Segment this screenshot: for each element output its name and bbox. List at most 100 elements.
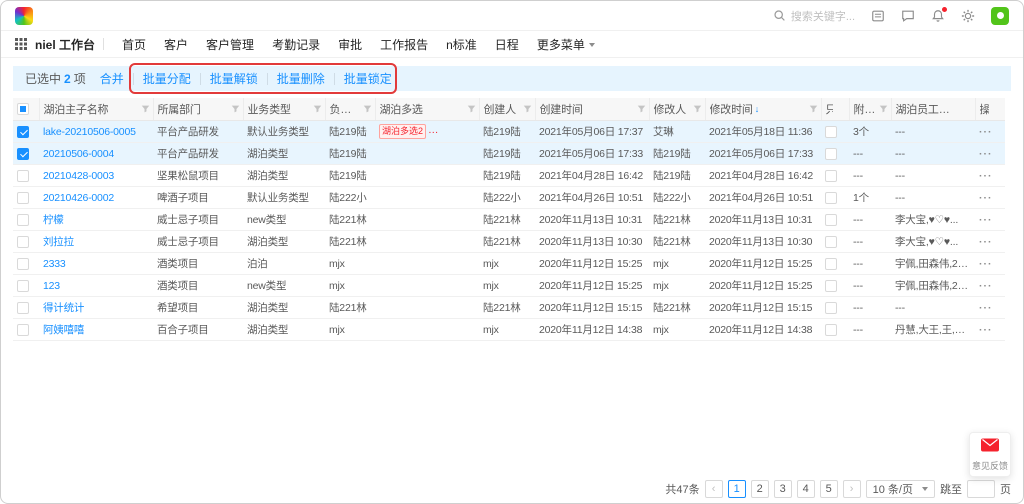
bulk-unlock-button[interactable]: 批量解锁 (210, 70, 258, 87)
cell-dept: 希望项目 (153, 297, 243, 319)
cell-readonly (821, 209, 849, 231)
cell-readonly (821, 297, 849, 319)
record-link[interactable]: 20210426-0002 (43, 192, 114, 204)
row-actions-button[interactable]: ··· (979, 280, 993, 292)
filter-icon[interactable] (809, 105, 818, 114)
row-checkbox[interactable] (17, 192, 29, 204)
record-link[interactable]: 20210506-0004 (43, 148, 114, 160)
row-actions-button[interactable]: ··· (979, 324, 993, 336)
record-link[interactable]: lake-20210506-0005 (43, 126, 136, 138)
nav-item-customers[interactable]: 客户 (164, 36, 188, 53)
feedback-button[interactable]: 意见反馈 (969, 432, 1011, 477)
row-checkbox[interactable] (17, 280, 29, 292)
record-link[interactable]: 柠檬 (43, 214, 64, 226)
filter-icon[interactable] (693, 105, 702, 114)
row-checkbox[interactable] (17, 126, 29, 138)
row-actions-button[interactable]: ··· (979, 192, 993, 204)
nav-item-schedule[interactable]: 日程 (495, 36, 519, 53)
cell-name: 20210428-0003 (39, 165, 153, 187)
row-actions-button[interactable]: ··· (979, 214, 993, 226)
record-link[interactable]: 刘拉拉 (43, 236, 74, 248)
settings-gear-icon[interactable] (961, 9, 975, 23)
row-checkbox[interactable] (17, 214, 29, 226)
nav-item-approval[interactable]: 审批 (338, 36, 362, 53)
cell-readonly (821, 231, 849, 253)
filter-icon[interactable] (141, 105, 150, 114)
merge-button[interactable]: 合并 (100, 70, 124, 87)
readonly-checkbox[interactable] (825, 214, 837, 226)
record-link[interactable]: 阿姨嘻嘻 (43, 324, 84, 336)
cell-owner: 陆219陆 (325, 165, 375, 187)
row-checkbox[interactable] (17, 258, 29, 270)
nav-item-home[interactable]: 首页 (122, 36, 146, 53)
select-all-checkbox[interactable] (17, 103, 29, 115)
cell-modifier: 陆219陆 (649, 143, 705, 165)
row-checkbox[interactable] (17, 148, 29, 160)
bulk-action-toolbar: 已选中2项 合并 批量分配 批量解锁 批量删除 批量锁定 (13, 66, 1011, 91)
filter-icon[interactable] (313, 105, 322, 114)
cell-attach: --- (849, 319, 891, 341)
readonly-checkbox[interactable] (825, 236, 837, 248)
filter-icon[interactable] (467, 105, 476, 114)
bulk-delete-button[interactable]: 批量删除 (277, 70, 325, 87)
nav-item-n-standard[interactable]: n标准 (446, 36, 477, 53)
filter-icon[interactable] (363, 105, 372, 114)
row-actions-button[interactable]: ··· (979, 170, 993, 182)
page-jump-input[interactable] (967, 480, 995, 498)
message-icon[interactable] (901, 9, 915, 23)
record-link[interactable]: 123 (43, 280, 60, 292)
record-link[interactable]: 得计统计 (43, 302, 84, 314)
record-link[interactable]: 2333 (43, 258, 66, 270)
row-actions-button[interactable]: ··· (979, 148, 993, 160)
row-checkbox[interactable] (17, 324, 29, 336)
cell-readonly (821, 275, 849, 297)
filter-icon[interactable] (231, 105, 240, 114)
filter-icon[interactable] (523, 105, 532, 114)
readonly-checkbox[interactable] (825, 148, 837, 160)
bell-icon[interactable] (931, 9, 945, 23)
readonly-checkbox[interactable] (825, 324, 837, 336)
readonly-checkbox[interactable] (825, 280, 837, 292)
readonly-checkbox[interactable] (825, 192, 837, 204)
row-checkbox[interactable] (17, 302, 29, 314)
bulk-lock-button[interactable]: 批量锁定 (344, 70, 392, 87)
page-button-3[interactable]: 3 (774, 480, 792, 498)
global-search[interactable]: 搜索关键字... (773, 8, 855, 24)
page-button-5[interactable]: 5 (820, 480, 838, 498)
prev-page-button[interactable]: ‹ (705, 480, 723, 498)
app-grid-icon[interactable] (15, 38, 27, 50)
nav-item-attendance[interactable]: 考勤记录 (272, 36, 320, 53)
row-checkbox[interactable] (17, 170, 29, 182)
row-checkbox[interactable] (17, 236, 29, 248)
record-link[interactable]: 20210428-0003 (43, 170, 114, 182)
nav-item-customer-mgmt[interactable]: 客户管理 (206, 36, 254, 53)
bulk-assign-button[interactable]: 批量分配 (143, 70, 191, 87)
readonly-checkbox[interactable] (825, 258, 837, 270)
readonly-checkbox[interactable] (825, 302, 837, 314)
row-actions-button[interactable]: ··· (979, 258, 993, 270)
filter-icon[interactable] (637, 105, 646, 114)
next-page-button[interactable]: › (843, 480, 861, 498)
cell-readonly (821, 187, 849, 209)
page-button-2[interactable]: 2 (751, 480, 769, 498)
news-icon[interactable] (871, 9, 885, 23)
row-actions-button[interactable]: ··· (979, 302, 993, 314)
row-actions-button[interactable]: ··· (979, 236, 993, 248)
main-nav: niel 工作台 首页 客户 客户管理 考勤记录 审批 工作报告 n标准 日程 … (1, 31, 1023, 58)
readonly-checkbox[interactable] (825, 126, 837, 138)
page-size-select[interactable]: 10 条/页 (866, 480, 935, 498)
row-actions-button[interactable]: ··· (979, 126, 993, 138)
page-button-1[interactable]: 1 (728, 480, 746, 498)
page-button-4[interactable]: 4 (797, 480, 815, 498)
cell-owner: mjx (325, 253, 375, 275)
workspace-title[interactable]: niel 工作台 (35, 36, 95, 53)
brand-logo-icon[interactable] (15, 7, 33, 25)
app-icon[interactable] (991, 7, 1009, 25)
sort-descending-icon[interactable]: ↓ (755, 104, 759, 114)
cell-ops: ··· (975, 187, 1005, 209)
nav-item-work-report[interactable]: 工作报告 (380, 36, 428, 53)
readonly-checkbox[interactable] (825, 170, 837, 182)
search-icon (773, 9, 786, 22)
filter-icon[interactable] (879, 105, 888, 114)
nav-item-more-menu[interactable]: 更多菜单 (537, 36, 595, 53)
